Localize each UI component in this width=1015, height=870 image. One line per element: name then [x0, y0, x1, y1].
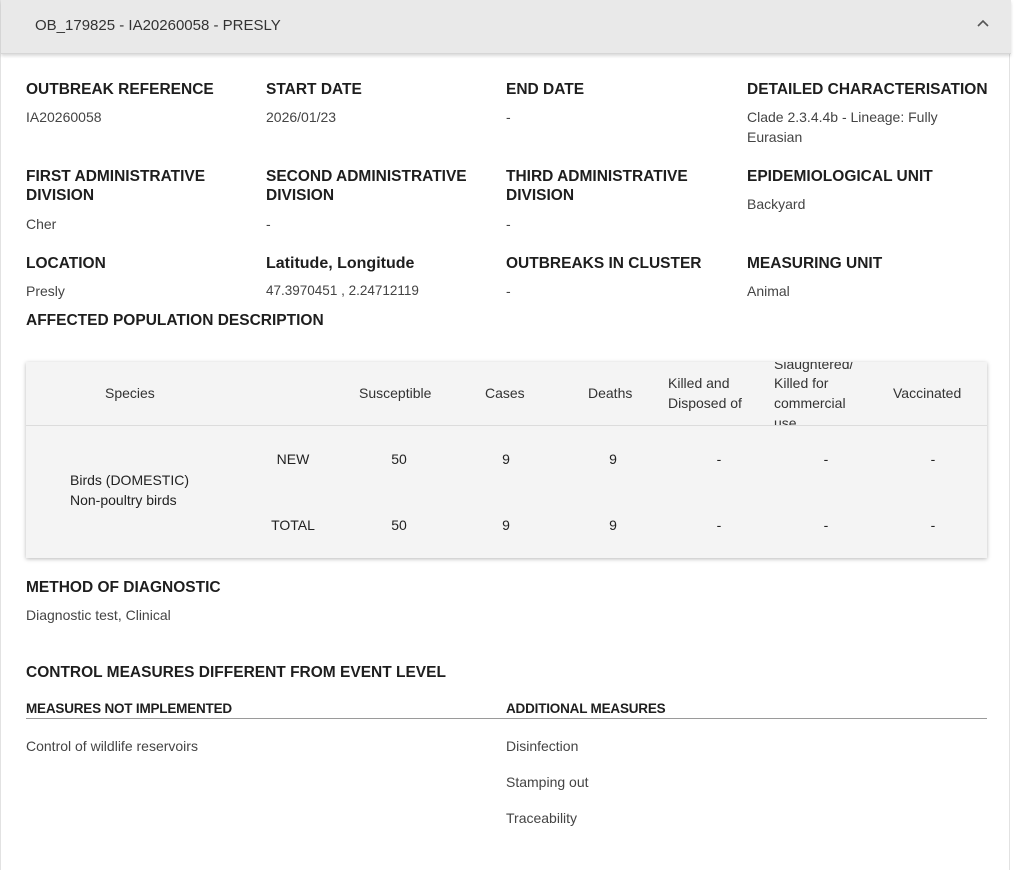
cell-susceptible: 50	[391, 451, 407, 467]
cell-killed: -	[716, 451, 722, 467]
additional-measures-label: ADDITIONAL MEASURES	[506, 701, 666, 716]
cell-deaths: 9	[609, 517, 617, 533]
end-date-label: END DATE	[506, 81, 585, 98]
second-admin-label-line1: SECOND ADMINISTRATIVE	[266, 168, 467, 185]
col-slaughtered-line2: Killed for	[774, 375, 829, 391]
row-type: TOTAL	[271, 517, 315, 533]
not-implemented-item: Control of wildlife reservoirs	[26, 738, 198, 754]
cell-killed: -	[716, 517, 722, 533]
lat-long-label: Latitude, Longitude	[266, 255, 415, 272]
start-date-label: START DATE	[266, 81, 362, 98]
divider	[26, 718, 506, 719]
affected-population-table: Species Susceptible Cases Deaths Killed …	[26, 362, 987, 558]
detailed-characterisation-value-line1: Clade 2.3.4.4b - Lineage: Fully	[747, 109, 938, 125]
location-value: Presly	[26, 283, 65, 299]
measures-not-implemented-label: MEASURES NOT IMPLEMENTED	[26, 701, 232, 716]
cell-cases: 9	[502, 517, 510, 533]
additional-measure-item: Traceability	[506, 810, 578, 826]
detailed-characterisation-label: DETAILED CHARACTERISATION	[747, 81, 988, 98]
diagnostic-label: METHOD OF DIAGNOSTIC	[26, 579, 221, 596]
affected-population-title: AFFECTED POPULATION DESCRIPTION	[26, 312, 324, 329]
col-vaccinated: Vaccinated	[893, 385, 962, 401]
col-species: Species	[105, 385, 155, 401]
end-date-value: -	[506, 109, 511, 125]
outbreak-panel: OB_179825 - IA20260058 - PRESLY OUTBREAK…	[0, 0, 1011, 870]
diagnostic-value: Diagnostic test, Clinical	[26, 607, 171, 623]
table-header: Species Susceptible Cases Deaths Killed …	[26, 362, 987, 426]
lat-long-value: 47.3970451 , 2.24712119	[266, 283, 419, 298]
measuring-unit-value: Animal	[747, 283, 790, 299]
outbreak-reference-label: OUTBREAK REFERENCE	[26, 81, 214, 98]
detailed-characterisation-value-line2: Eurasian	[747, 129, 803, 145]
additional-measure-item: Disinfection	[506, 738, 579, 754]
chevron-up-icon[interactable]	[973, 14, 993, 34]
row-type: NEW	[276, 451, 310, 467]
epidemiological-unit-label: EPIDEMIOLOGICAL UNIT	[747, 168, 933, 185]
divider	[506, 718, 987, 719]
additional-measure-item: Stamping out	[506, 774, 589, 790]
cell-cases: 9	[502, 451, 510, 467]
third-admin-label-line1: THIRD ADMINISTRATIVE	[506, 168, 688, 185]
cell-slaughtered: -	[823, 451, 829, 467]
panel-title: OB_179825 - IA20260058 - PRESLY	[35, 17, 281, 34]
epidemiological-unit-value: Backyard	[747, 196, 806, 212]
cell-susceptible: 50	[391, 517, 407, 533]
cell-slaughtered: -	[823, 517, 829, 533]
measuring-unit-label: MEASURING UNIT	[747, 255, 883, 272]
col-deaths: Deaths	[588, 385, 633, 401]
species-name-line2: Non-poultry birds	[70, 492, 177, 508]
first-admin-label-line1: FIRST ADMINISTRATIVE	[26, 168, 206, 185]
col-cases: Cases	[485, 385, 525, 401]
col-slaughtered-line4: use	[774, 415, 797, 426]
third-admin-label-line2: DIVISION	[506, 187, 575, 204]
outbreak-reference-value: IA20260058	[26, 109, 102, 125]
first-admin-value: Cher	[26, 216, 57, 232]
second-admin-label-line2: DIVISION	[266, 187, 335, 204]
col-killed-line2: Disposed of	[668, 395, 742, 411]
outbreaks-in-cluster-label: OUTBREAKS IN CLUSTER	[506, 255, 702, 272]
third-admin-value: -	[506, 216, 511, 232]
second-admin-value: -	[266, 216, 271, 232]
outbreaks-in-cluster-value: -	[506, 283, 511, 299]
location-label: LOCATION	[26, 255, 106, 272]
control-measures-title: CONTROL MEASURES DIFFERENT FROM EVENT LE…	[26, 664, 446, 681]
first-admin-label-line2: DIVISION	[26, 187, 95, 204]
outbreak-panel-header[interactable]: OB_179825 - IA20260058 - PRESLY	[1, 0, 1011, 54]
col-susceptible: Susceptible	[359, 385, 432, 401]
start-date-value: 2026/01/23	[266, 109, 337, 125]
cell-vaccinated: -	[930, 517, 936, 533]
col-slaughtered-line3: commercial	[774, 395, 846, 411]
cell-vaccinated: -	[930, 451, 936, 467]
cell-deaths: 9	[609, 451, 617, 467]
col-killed-line1: Killed and	[668, 375, 730, 391]
species-name-line1: Birds (DOMESTIC)	[70, 472, 189, 488]
